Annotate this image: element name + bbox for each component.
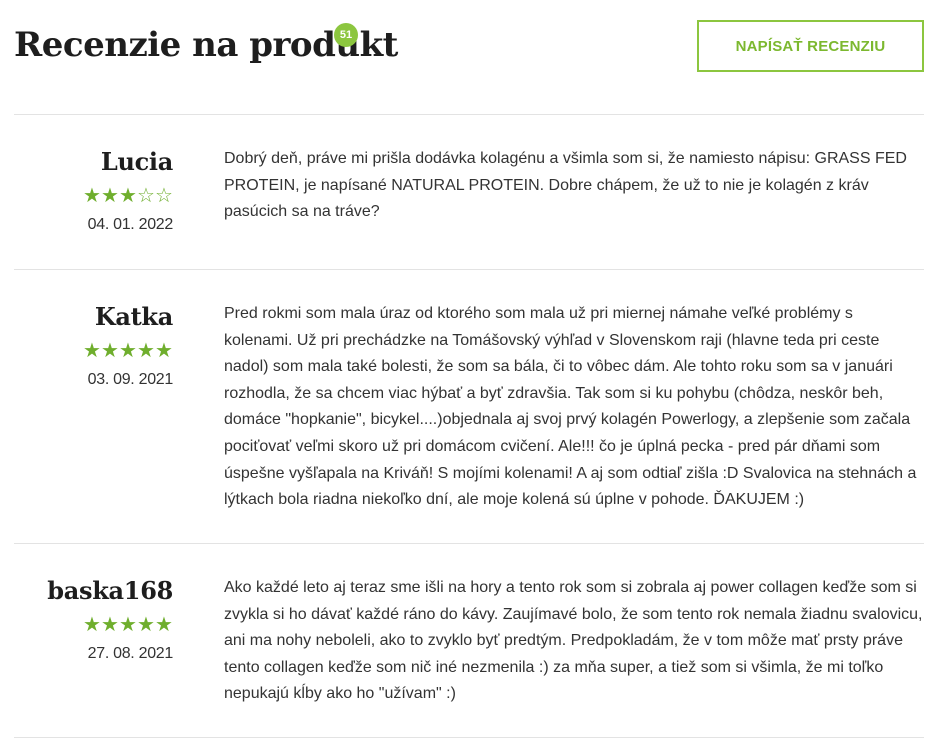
review-text: Dobrý deň, práve mi prišla dodávka kolag… — [224, 150, 907, 221]
star-empty-icon: ☆ — [137, 185, 157, 207]
reviewer-name: baska168 — [47, 576, 173, 605]
star-filled-icon: ★ — [119, 614, 139, 636]
review-count-badge: 51 — [334, 23, 358, 47]
review-date: 27. 08. 2021 — [87, 645, 174, 662]
write-review-button[interactable]: NAPÍSAŤ RECENZIU — [697, 20, 924, 72]
review-meta: Lucia ★★★☆☆ 04. 01. 2022 — [14, 146, 173, 236]
review-date: 04. 01. 2022 — [87, 216, 174, 233]
reviewer-name: Katka — [94, 302, 173, 331]
star-empty-icon: ☆ — [155, 185, 175, 207]
star-filled-icon: ★ — [83, 340, 103, 362]
review-meta: baska168 ★★★★★ 27. 08. 2021 — [14, 575, 173, 665]
star-filled-icon: ★ — [137, 614, 157, 636]
star-filled-icon: ★ — [101, 614, 121, 636]
review-text: Pred rokmi som mala úraz od ktorého som … — [224, 305, 917, 509]
star-rating: ★★★★★ — [14, 613, 173, 637]
star-filled-icon: ★ — [155, 340, 175, 362]
divider — [14, 737, 924, 738]
star-filled-icon: ★ — [119, 340, 139, 362]
star-filled-icon: ★ — [155, 614, 175, 636]
divider — [14, 114, 924, 115]
reviewer-name: Lucia — [100, 147, 173, 176]
star-filled-icon: ★ — [83, 614, 103, 636]
review-meta: Katka ★★★★★ 03. 09. 2021 — [14, 301, 173, 391]
reviews-section: Recenzie na produkt 51 NAPÍSAŤ RECENZIU … — [0, 0, 951, 740]
review-text: Ako každé leto aj teraz sme išli na hory… — [224, 579, 923, 703]
divider — [14, 543, 924, 544]
star-filled-icon: ★ — [119, 185, 139, 207]
star-rating: ★★★☆☆ — [14, 184, 173, 208]
star-filled-icon: ★ — [137, 340, 157, 362]
review-date: 03. 09. 2021 — [87, 371, 174, 388]
star-filled-icon: ★ — [83, 185, 103, 207]
star-filled-icon: ★ — [101, 185, 121, 207]
divider — [14, 269, 924, 270]
star-filled-icon: ★ — [101, 340, 121, 362]
star-rating: ★★★★★ — [14, 339, 173, 363]
